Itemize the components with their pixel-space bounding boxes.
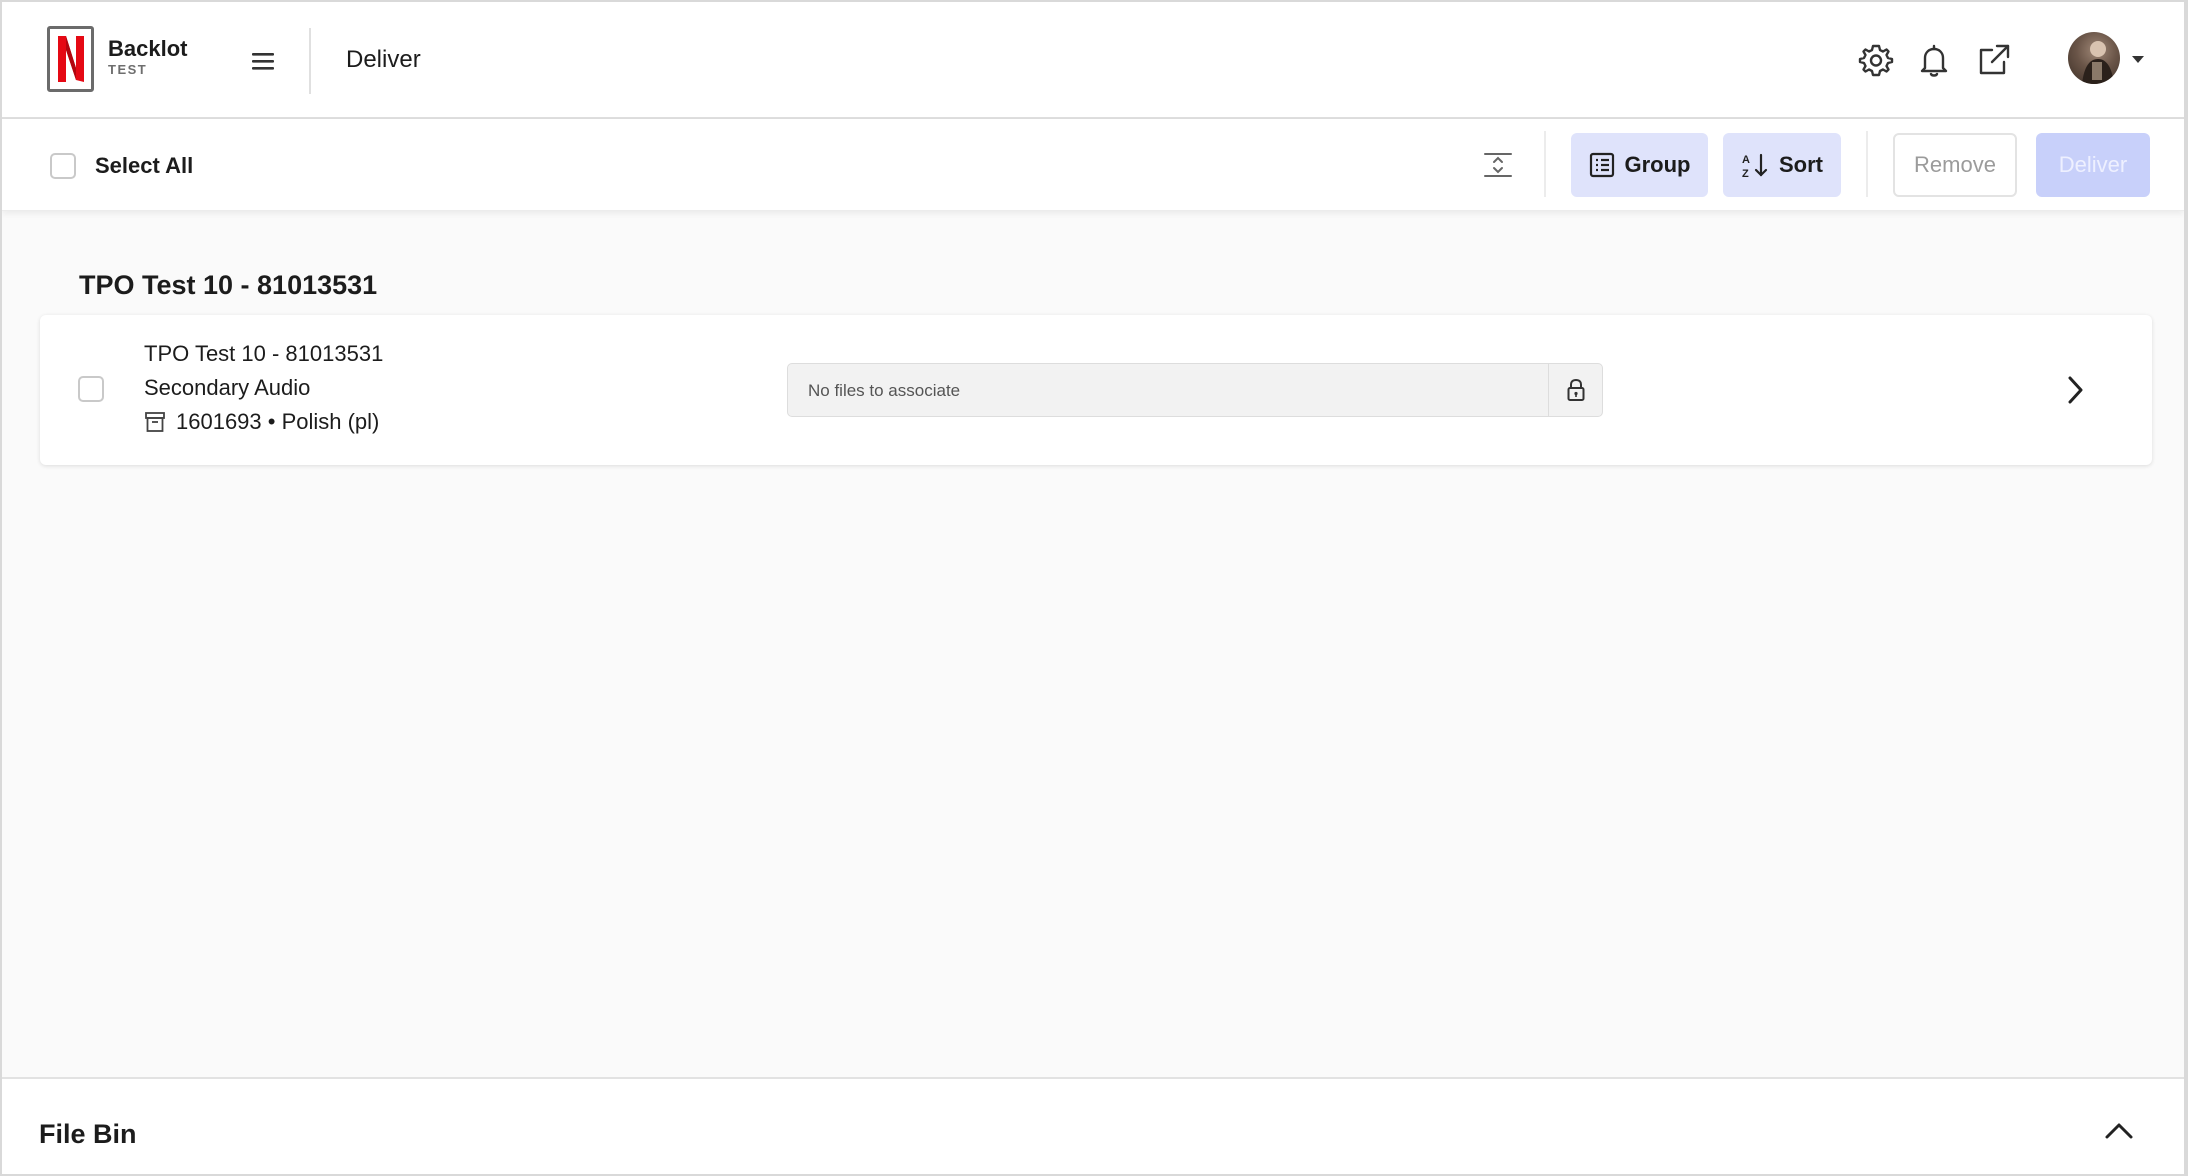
sort-button[interactable]: A Z Sort: [1723, 133, 1841, 197]
select-all-label: Select All: [95, 153, 194, 178]
top-header: Backlot TEST Deliver: [2, 2, 2184, 119]
group-button-label: Group: [1624, 152, 1691, 177]
external-link-icon[interactable]: [1976, 42, 2012, 78]
file-bin-title: File Bin: [39, 1119, 137, 1149]
sort-az-icon: A Z: [1742, 153, 1768, 179]
list-item[interactable]: TPO Test 10 - 81013531 Secondary Audio 1…: [40, 315, 2152, 465]
brand-name: Backlot: [108, 36, 188, 61]
remove-button-label: Remove: [1914, 152, 1996, 177]
file-bin-panel: File Bin: [2, 1077, 2184, 1174]
action-toolbar: Select All Group A Z Sort Remove Deliver: [2, 119, 2184, 211]
svg-text:Z: Z: [1742, 168, 1749, 179]
group-button[interactable]: Group: [1571, 133, 1708, 197]
header-divider: [309, 28, 311, 94]
chevron-right-icon[interactable]: [2061, 373, 2089, 407]
settings-gear-icon[interactable]: [1858, 42, 1894, 78]
group-title: TPO Test 10 - 81013531: [79, 270, 378, 300]
deliver-button[interactable]: Deliver: [2036, 133, 2150, 197]
page-title: Deliver: [346, 46, 421, 73]
select-all-checkbox[interactable]: [50, 153, 76, 179]
toolbar-divider: [1866, 131, 1868, 197]
svg-text:A: A: [1742, 154, 1750, 166]
lock-icon: [1548, 364, 1602, 416]
user-avatar[interactable]: [2068, 32, 2120, 84]
sort-button-label: Sort: [1779, 152, 1823, 177]
chevron-up-icon[interactable]: [2102, 1117, 2136, 1145]
item-meta: 1601693 • Polish (pl): [144, 408, 379, 436]
app-window: Backlot TEST Deliver Select All Group A …: [0, 0, 2188, 1176]
brand-environment: TEST: [108, 62, 148, 77]
row-density-icon[interactable]: [1482, 151, 1514, 179]
menu-icon[interactable]: [248, 46, 278, 76]
item-checkbox[interactable]: [78, 376, 104, 402]
brand: Backlot TEST: [108, 36, 187, 78]
archive-box-icon: [145, 412, 165, 432]
remove-button[interactable]: Remove: [1893, 133, 2017, 197]
item-subtitle: Secondary Audio: [144, 375, 311, 400]
netflix-n-icon: [57, 36, 84, 82]
file-association-field[interactable]: No files to associate: [787, 363, 1603, 417]
item-title: TPO Test 10 - 81013531: [144, 341, 384, 366]
file-field-text: No files to associate: [808, 381, 961, 400]
chevron-down-icon[interactable]: [2130, 52, 2146, 64]
item-meta-text: 1601693 • Polish (pl): [176, 409, 380, 434]
deliver-button-label: Deliver: [2058, 152, 2128, 177]
netflix-logo[interactable]: [47, 26, 94, 92]
list-group-icon: [1589, 152, 1614, 178]
notification-bell-icon[interactable]: [1916, 42, 1952, 78]
toolbar-divider: [1544, 131, 1546, 197]
